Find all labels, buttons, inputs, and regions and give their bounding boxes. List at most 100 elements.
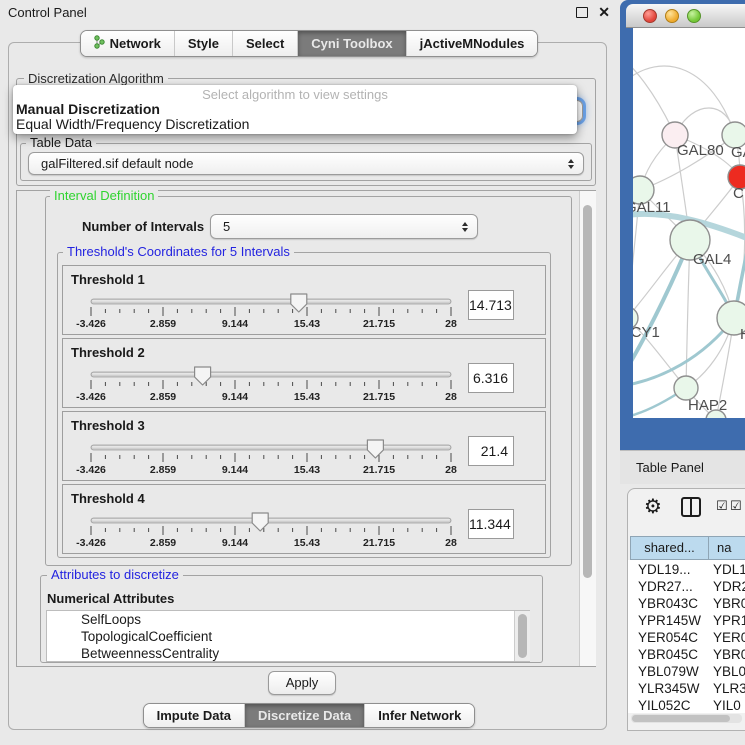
svg-text:2.859: 2.859 [150,318,176,330]
screen: Control Panel ✕ NetworkStyleSelectCyni T… [0,0,745,745]
table-data-combobox[interactable]: galFiltered.sif default node [28,152,584,175]
spinner-icon [462,222,468,232]
threshold-row-2: Threshold 2-3.4262.8599.14415.4321.71528… [62,338,546,408]
table-cell-shared-name[interactable]: YDL19... [638,561,708,578]
num-intervals-value: 5 [211,219,462,234]
tab-select[interactable]: Select [232,31,297,56]
svg-text:2.859: 2.859 [150,464,176,476]
numerical-attributes-list[interactable]: SelfLoopsTopologicalCoefficientBetweenne… [46,610,530,662]
table-cell-name[interactable]: YBR0 [713,595,745,612]
threshold-row-3: Threshold 3-3.4262.8599.14415.4321.71528… [62,411,546,481]
checkbox-icon[interactable]: ☑ [716,499,728,514]
algorithm-dropdown-popup: Select algorithm to view settings Manual… [13,85,577,134]
threshold-label: Threshold 1 [71,272,145,287]
attributes-scrollbar[interactable] [514,611,530,661]
threshold-value-field[interactable]: 14.713 [468,290,514,320]
minimize-traffic-light-icon[interactable] [665,9,679,23]
table-cell-shared-name[interactable]: YBR045C [638,646,708,663]
table-cell-name[interactable]: YIL0 [713,697,745,714]
svg-text:GAL11: GAL11 [633,199,671,216]
tab-infer-network[interactable]: Infer Network [364,704,474,727]
tab-jactivemnodules[interactable]: jActiveMNodules [406,31,538,56]
network-canvas[interactable]: GAL80GACGAL11GAL4GCY1HHAP2 [633,28,745,418]
numerical-attributes-label: Numerical Attributes [47,591,174,606]
table-cell-name[interactable]: YDL1 [713,561,745,578]
svg-text:28: 28 [445,464,457,476]
svg-text:28: 28 [445,318,457,330]
svg-text:GA: GA [731,144,745,161]
svg-text:15.43: 15.43 [294,464,320,476]
table-cell-shared-name[interactable]: YDR27... [638,578,708,595]
threshold-slider[interactable]: -3.4262.8599.14415.4321.71528 [83,292,463,332]
attribute-list-item[interactable]: BetweennessCentrality [47,645,529,662]
table-horizontal-scrollbar-thumb[interactable] [632,715,730,722]
svg-text:GCY1: GCY1 [633,324,660,341]
attributes-scrollbar-thumb[interactable] [518,614,527,658]
threshold-row-4: Threshold 4-3.4262.8599.14415.4321.71528… [62,484,546,554]
table-cell-name[interactable]: YPR1 [713,612,745,629]
threshold-value-field[interactable]: 11.344 [468,509,514,539]
float-window-icon[interactable] [576,7,588,18]
svg-text:9.144: 9.144 [222,318,248,330]
zoom-traffic-light-icon[interactable] [687,9,701,23]
svg-text:15.43: 15.43 [294,537,320,549]
table-cell-name[interactable]: YLR3 [713,680,745,697]
attributes-group-title: Attributes to discretize [47,568,183,582]
attribute-list-item[interactable]: TopologicalCoefficient [47,628,529,645]
tab-cyni-toolbox[interactable]: Cyni Toolbox [297,31,405,56]
checkbox-icon[interactable]: ☑ [730,499,742,514]
table-cell-shared-name[interactable]: YLR345W [638,680,708,697]
bottom-tabbar: Impute DataDiscretize DataInfer Network [0,703,618,728]
split-columns-icon[interactable] [681,497,701,517]
top-tabbar: NetworkStyleSelectCyni ToolboxjActiveMNo… [0,30,618,57]
settings-scrollbar-thumb[interactable] [583,205,592,578]
close-traffic-light-icon[interactable] [643,9,657,23]
tab-impute-data[interactable]: Impute Data [144,704,244,727]
table-horizontal-scrollbar[interactable] [631,714,742,723]
threshold-slider[interactable]: -3.4262.8599.14415.4321.71528 [83,511,463,551]
threshold-slider[interactable]: -3.4262.8599.14415.4321.71528 [83,438,463,478]
svg-text:28: 28 [445,391,457,403]
tab-discretize-data[interactable]: Discretize Data [244,704,364,727]
network-graph: GAL80GACGAL11GAL4GCY1HHAP2 [633,28,745,418]
close-icon[interactable]: ✕ [598,5,610,19]
svg-text:9.144: 9.144 [222,537,248,549]
table-cell-name[interactable]: YDR2 [713,578,745,595]
svg-text:15.43: 15.43 [294,391,320,403]
apply-button[interactable]: Apply [268,671,336,695]
tab-style[interactable]: Style [174,31,232,56]
svg-text:C: C [733,185,744,202]
threshold-value-field[interactable]: 21.4 [468,436,514,466]
svg-text:21.715: 21.715 [363,318,395,330]
table-data-selected: galFiltered.sif default node [29,156,568,171]
svg-text:H: H [740,326,745,343]
table-cell-shared-name[interactable]: YBR043C [638,595,708,612]
svg-text:2.859: 2.859 [150,537,176,549]
tab-network[interactable]: Network [81,31,174,56]
thresholds-group-title: Threshold's Coordinates for 5 Intervals [63,245,294,259]
dropdown-option-equal-width[interactable]: Equal Width/Frequency Discretization [16,116,249,132]
table-cell-shared-name[interactable]: YBL079W [638,663,708,680]
column-header-shared-name[interactable]: shared... [630,536,709,560]
svg-text:HAP2: HAP2 [688,397,727,414]
table-cell-name[interactable]: YBL0 [713,663,745,680]
table-cell-name[interactable]: YER0 [713,629,745,646]
threshold-value-field[interactable]: 6.316 [468,363,514,393]
table-cell-shared-name[interactable]: YIL052C [638,697,708,714]
table-cell-shared-name[interactable]: YPR145W [638,612,708,629]
column-header-name[interactable]: na [708,536,745,560]
attribute-list-item[interactable]: SelfLoops [47,611,529,628]
table-cell-shared-name[interactable]: YER054C [638,629,708,646]
control-panel-titlebar: Control Panel ✕ [0,0,618,24]
dropdown-option-manual[interactable]: Manual Discretization [16,101,160,117]
threshold-slider[interactable]: -3.4262.8599.14415.4321.71528 [83,365,463,405]
settings-scrollbar[interactable] [579,191,596,666]
svg-text:GAL80: GAL80 [677,142,724,159]
svg-text:9.144: 9.144 [222,391,248,403]
num-intervals-combobox[interactable]: 5 [210,214,478,239]
threshold-label: Threshold 4 [71,491,145,506]
table-cell-name[interactable]: YBR0 [713,646,745,663]
threshold-label: Threshold 2 [71,345,145,360]
svg-text:15.43: 15.43 [294,318,320,330]
gear-icon[interactable]: ⚙ [644,494,662,518]
